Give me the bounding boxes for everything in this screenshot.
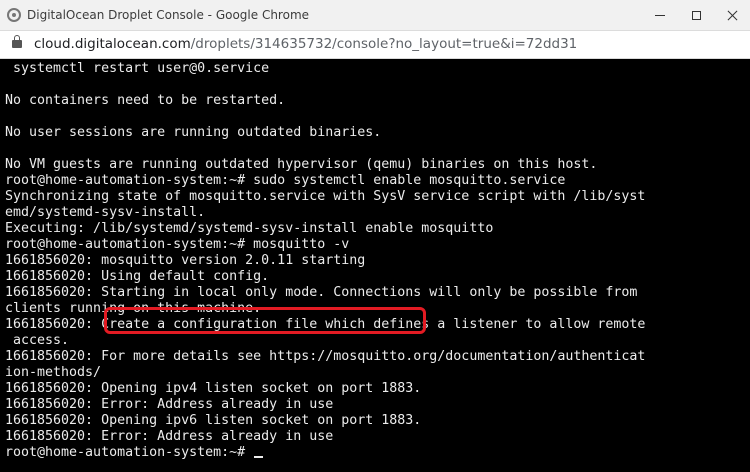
terminal-line-text: systemctl restart user@0.service <box>5 61 270 76</box>
terminal-line-text: root@home-automation-system:~# <box>5 445 254 460</box>
terminal-line-text: No VM guests are running outdated hyperv… <box>5 157 598 172</box>
terminal-line-text: clients running on this machine. <box>5 301 262 316</box>
terminal-line-text: 1661856020: mosquitto version 2.0.11 sta… <box>5 253 366 268</box>
terminal-line: 1661856020: mosquitto version 2.0.11 sta… <box>5 253 645 269</box>
terminal-line-text: Synchronizing state of mosquitto.service… <box>5 189 646 204</box>
url-host: cloud.digitalocean.com <box>34 36 191 52</box>
terminal-output: systemctl restart user@0.service No conta… <box>5 61 645 461</box>
close-button[interactable] <box>714 0 750 31</box>
window-title: DigitalOcean Droplet Console - Google Ch… <box>27 8 310 22</box>
terminal-line: systemctl restart user@0.service <box>5 61 645 77</box>
terminal-line-text: 1661856020: Create a configuration file … <box>5 317 646 332</box>
terminal-line: 1661856020: Using default config. <box>5 269 645 285</box>
terminal-line: No containers need to be restarted. <box>5 93 645 109</box>
minimize-button[interactable] <box>642 0 678 31</box>
lock-icon[interactable] <box>12 35 22 48</box>
terminal-line-text: 1661856020: For more details see https:/… <box>5 349 646 364</box>
terminal-line: ion-methods/ <box>5 365 645 381</box>
terminal-line: access. <box>5 333 645 349</box>
terminal-line-text: No user sessions are running outdated bi… <box>5 125 382 140</box>
terminal-line-text: emd/systemd-sysv-install. <box>5 205 206 220</box>
terminal-line-text: 1661856020: Starting in local only mode.… <box>5 285 638 300</box>
maximize-button[interactable] <box>678 0 714 31</box>
terminal-line-text: 1661856020: Error: Address already in us… <box>5 397 334 412</box>
terminal-line: Synchronizing state of mosquitto.service… <box>5 189 645 205</box>
close-icon <box>727 10 738 21</box>
terminal-line-text: 1661856020: Using default config. <box>5 269 270 284</box>
terminal-line: No user sessions are running outdated bi… <box>5 125 645 141</box>
window-titlebar: DigitalOcean Droplet Console - Google Ch… <box>0 0 750 31</box>
terminal-line: 1661856020: Opening ipv4 listen socket o… <box>5 381 645 397</box>
terminal-line-text: 1661856020: Error: Address already in us… <box>5 429 334 444</box>
terminal-line-text: 1661856020: Opening ipv4 listen socket o… <box>5 381 422 396</box>
minimize-icon <box>655 15 665 16</box>
terminal-line-text: ion-methods/ <box>5 365 102 380</box>
terminal-line: 1661856020: Starting in local only mode.… <box>5 285 645 301</box>
terminal-line: clients running on this machine. <box>5 301 645 317</box>
terminal-line: root@home-automation-system:~# <box>5 445 645 461</box>
terminal-cursor <box>254 456 264 458</box>
terminal-line: root@home-automation-system:~# sudo syst… <box>5 173 645 189</box>
terminal-line-text: root@home-automation-system:~# mosquitto… <box>5 237 350 252</box>
terminal-line-text: 1661856020: Opening ipv6 listen socket o… <box>5 413 422 428</box>
terminal-line: 1661856020: Error: Address already in us… <box>5 429 645 445</box>
terminal-line: 1661856020: For more details see https:/… <box>5 349 645 365</box>
terminal-line: 1661856020: Opening ipv6 listen socket o… <box>5 413 645 429</box>
terminal-line: Executing: /lib/systemd/systemd-sysv-ins… <box>5 221 645 237</box>
address-bar[interactable]: cloud.digitalocean.com/droplets/31463573… <box>0 31 750 59</box>
url-field[interactable]: cloud.digitalocean.com/droplets/31463573… <box>34 36 577 52</box>
url-path: /droplets/314635732/console?no_layout=tr… <box>190 36 578 52</box>
terminal-line: 1661856020: Create a configuration file … <box>5 317 645 333</box>
maximize-icon <box>691 11 701 20</box>
terminal-line-text: No containers need to be restarted. <box>5 93 286 108</box>
terminal-line: 1661856020: Error: Address already in us… <box>5 397 645 413</box>
chrome-app-icon <box>7 8 21 22</box>
terminal-line-text: root@home-automation-system:~# sudo syst… <box>5 173 566 188</box>
terminal-line: No VM guests are running outdated hyperv… <box>5 157 645 173</box>
terminal-line: root@home-automation-system:~# mosquitto… <box>5 237 645 253</box>
terminal-line-text: access. <box>5 333 70 348</box>
terminal-console[interactable]: systemctl restart user@0.service No conta… <box>0 59 750 472</box>
terminal-line: emd/systemd-sysv-install. <box>5 205 645 221</box>
terminal-line-text: Executing: /lib/systemd/systemd-sysv-ins… <box>5 221 494 236</box>
